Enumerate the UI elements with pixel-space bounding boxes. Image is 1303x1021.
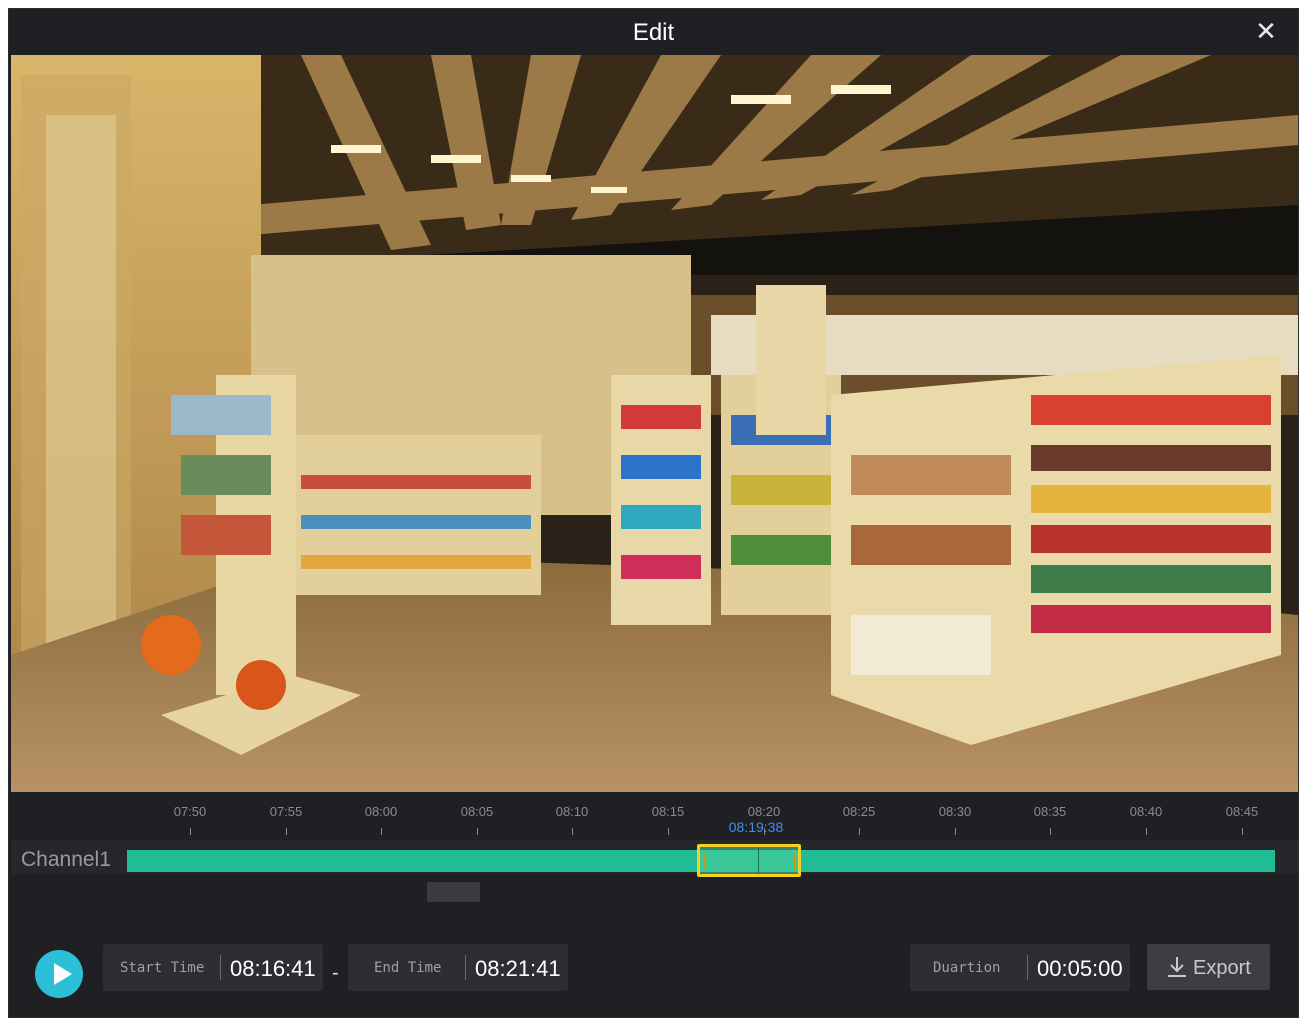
selection-end-handle[interactable]	[793, 853, 795, 869]
tick-label: 07:50	[173, 804, 207, 819]
timeline[interactable]: 07:50 07:55 08:00 08:05 08:10 08:15 08:20 08:25…	[11, 792, 1298, 922]
tick-mark	[955, 828, 956, 835]
tick-mark	[381, 828, 382, 835]
time-separator: -	[332, 962, 339, 984]
playhead[interactable]	[758, 847, 759, 874]
clip-selection[interactable]	[697, 844, 801, 877]
shelf-left	[291, 435, 541, 595]
tick-mark	[477, 828, 478, 835]
end-time-value[interactable]: 08:21:41	[475, 956, 561, 982]
tick-label: 08:20	[747, 804, 781, 819]
tick-mark	[1242, 828, 1243, 835]
duration-label: Duartion	[933, 960, 1001, 976]
tick-label: 08:30	[938, 804, 972, 819]
play-icon[interactable]	[35, 950, 83, 998]
title-bar: Edit ✕	[9, 9, 1298, 55]
video-frame	[11, 55, 1298, 792]
end-time-field[interactable]: End Time 08:21:41	[348, 944, 568, 991]
start-time-field[interactable]: Start Time 08:16:41	[103, 944, 323, 991]
end-time-label: End Time	[374, 960, 442, 976]
tick-label: 08:40	[1129, 804, 1163, 819]
cursor-time-label: 08:19:38	[728, 819, 784, 835]
tick-mark	[286, 828, 287, 835]
tick-mark	[859, 828, 860, 835]
download-icon	[1168, 957, 1186, 977]
tick-label: 08:00	[364, 804, 398, 819]
tick-label: 08:05	[460, 804, 494, 819]
selection-start-handle[interactable]	[703, 853, 705, 869]
tick-mark	[668, 828, 669, 835]
duration-value: 00:05:00	[1037, 956, 1123, 981]
tick-mark	[1050, 828, 1051, 835]
dialog-title: Edit	[632, 19, 675, 46]
tick-mark	[190, 828, 191, 835]
pumpkin	[141, 615, 201, 675]
start-time-value[interactable]: 08:16:41	[230, 956, 316, 982]
export-button[interactable]: Export	[1147, 944, 1270, 990]
tick-label: 07:55	[269, 804, 303, 819]
tick-label: 08:10	[555, 804, 589, 819]
tick-label: 08:25	[842, 804, 876, 819]
start-time-label: Start Time	[120, 960, 205, 976]
duration-field: Duartion 00:05:00	[910, 944, 1130, 991]
video-preview	[11, 55, 1298, 792]
close-icon[interactable]: ✕	[1252, 17, 1280, 45]
timeline-scroll-thumb[interactable]	[427, 882, 480, 902]
tick-label: 08:35	[1033, 804, 1067, 819]
export-label: Export	[1193, 957, 1251, 979]
tick-label: 08:15	[651, 804, 685, 819]
tick-label: 08:45	[1225, 804, 1259, 819]
channel-label: Channel1	[21, 848, 111, 871]
edit-dialog: Edit ✕ 07:50 07:55 08:00 08:05 08:10 08:…	[8, 8, 1299, 1018]
tick-mark	[1146, 828, 1147, 835]
tick-mark	[572, 828, 573, 835]
controls-bar: Start Time 08:16:41 - End Time 08:21:41 …	[9, 922, 1298, 1019]
